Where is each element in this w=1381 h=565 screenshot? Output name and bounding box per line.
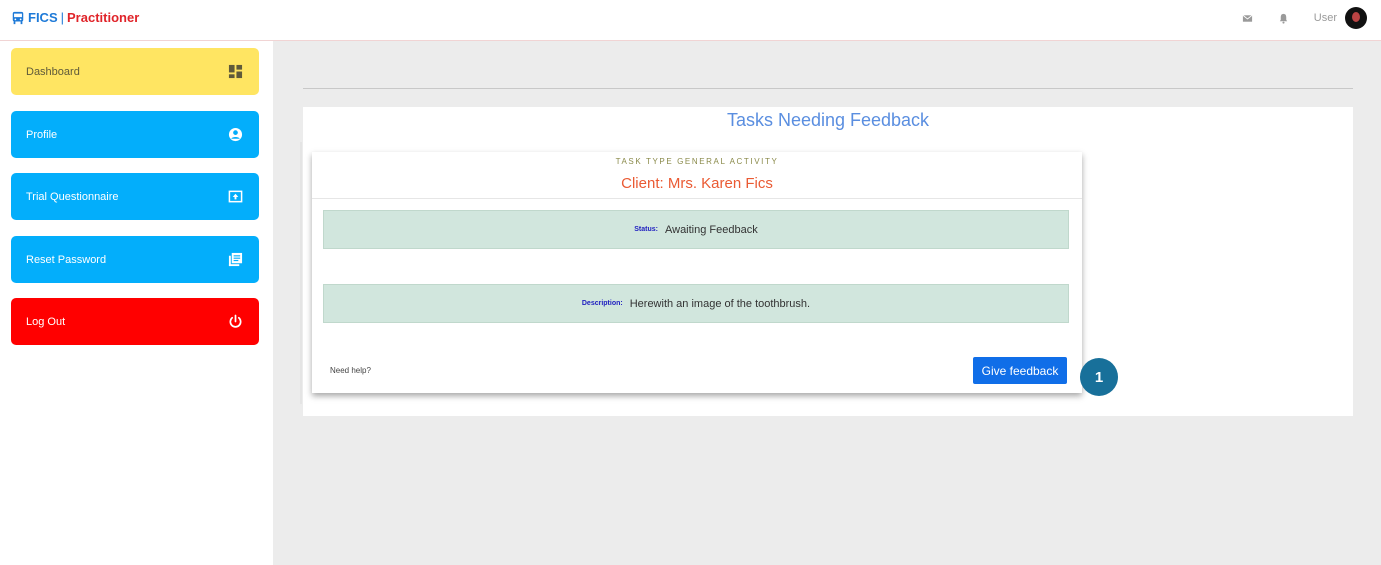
brand-name: FICS	[28, 10, 58, 25]
sidebar-item-reset-password[interactable]: Reset Password	[11, 236, 259, 283]
task-card: TASK TYPE GENERAL ACTIVITY Client: Mrs. …	[312, 152, 1082, 393]
sidebar-item-label: Dashboard	[26, 65, 80, 78]
sidebar-item-dashboard[interactable]: Dashboard	[11, 48, 259, 95]
user-label[interactable]: User	[1314, 12, 1337, 24]
client-name: Client: Mrs. Karen Fics	[621, 175, 773, 192]
bus-icon	[12, 11, 24, 24]
task-type-label: TASK TYPE GENERAL ACTIVITY	[615, 157, 779, 166]
envelope-icon[interactable]	[1242, 13, 1253, 24]
sidebar-item-log-out[interactable]: Log Out	[11, 298, 259, 345]
give-feedback-button[interactable]: Give feedback	[973, 357, 1067, 384]
sidebar-item-label: Log Out	[26, 315, 66, 328]
description-box: Description: Herewith an image of the to…	[323, 284, 1069, 323]
step-badge: 1	[1080, 358, 1118, 396]
sidebar-item-trial-questionnaire[interactable]: Trial Questionnaire	[11, 173, 259, 220]
sidebar-item-label: Trial Questionnaire	[26, 190, 119, 203]
sidebar-item-profile[interactable]: Profile	[11, 111, 259, 158]
upload-box-icon	[228, 190, 243, 203]
card-stack-edge	[300, 142, 302, 404]
status-value: Awaiting Feedback	[664, 223, 758, 236]
power-icon	[229, 314, 242, 328]
dashboard-icon	[228, 64, 243, 79]
library-icon	[228, 252, 243, 267]
brand-separator: |	[60, 10, 65, 25]
avatar[interactable]	[1345, 7, 1367, 29]
card-divider	[312, 198, 1082, 199]
sidebar: Dashboard Profile Trial Questionnaire Re…	[0, 41, 273, 565]
need-help-link[interactable]: Need help?	[330, 366, 371, 375]
user-circle-icon	[228, 127, 243, 142]
brand-role: Practitioner	[67, 10, 140, 25]
sidebar-item-label: Profile	[26, 128, 58, 141]
top-bar: FICS | Practitioner User	[0, 0, 1381, 41]
status-box: Status: Awaiting Feedback	[323, 210, 1069, 249]
page-title: Tasks Needing Feedback	[726, 110, 930, 130]
top-actions: User	[1242, 7, 1367, 29]
sidebar-item-label: Reset Password	[26, 253, 107, 266]
brand-logo[interactable]: FICS | Practitioner	[11, 10, 139, 25]
description-label: Description:	[581, 300, 623, 307]
content-divider	[303, 88, 1353, 89]
status-label: Status:	[634, 226, 658, 233]
bell-icon[interactable]	[1278, 13, 1289, 24]
description-value: Herewith an image of the toothbrush.	[629, 297, 811, 310]
